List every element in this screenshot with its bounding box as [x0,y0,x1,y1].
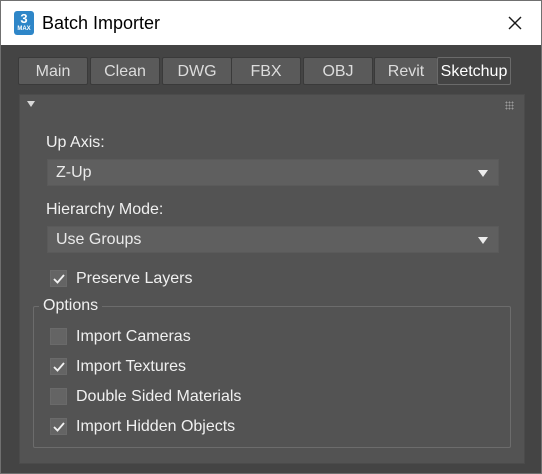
tab-obj[interactable]: OBJ [303,57,373,85]
preserve-layers-label: Preserve Layers [76,270,193,287]
window-title: Batch Importer [42,13,161,33]
up-axis-value: Z-Up [56,164,92,181]
close-icon [508,16,522,30]
tab-fbx[interactable]: FBX [231,57,301,85]
preserve-layers-checkbox[interactable] [50,270,67,287]
import-textures-label: Import Textures [76,358,186,375]
checkmark-icon [53,362,65,372]
hierarchy-mode-label: Hierarchy Mode: [46,201,164,218]
tab-sketchup[interactable]: Sketchup [437,57,511,85]
double-sided-materials-checkbox[interactable] [50,388,67,405]
up-axis-dropdown[interactable]: Z-Up [47,159,499,186]
tab-clean[interactable]: Clean [90,57,160,85]
up-axis-label: Up Axis: [46,134,105,151]
title-bar: 3 MAX Batch Importer [1,1,541,45]
sketchup-rollout: Up Axis: Z-Up Hierarchy Mode: Use Groups… [19,94,525,464]
tab-main[interactable]: Main [18,57,88,85]
rollout-grip-icon[interactable] [505,101,514,110]
chevron-down-icon [478,237,488,244]
chevron-down-icon [478,170,488,177]
import-cameras-checkbox[interactable] [50,328,67,345]
app-icon-sub: MAX [17,26,31,32]
checkmark-icon [53,422,65,432]
rollout-collapse-arrow-icon[interactable] [27,101,35,107]
options-group-title: Options [39,296,103,316]
app-icon-number: 3 [20,11,28,26]
tab-revit[interactable]: Revit [374,57,438,85]
double-sided-materials-label: Double Sided Materials [76,388,242,405]
checkmark-icon [53,274,65,284]
import-hidden-objects-label: Import Hidden Objects [76,418,236,435]
close-button[interactable] [499,7,531,39]
import-cameras-label: Import Cameras [76,328,191,345]
app-icon: 3 MAX [14,11,34,35]
import-hidden-objects-checkbox[interactable] [50,418,67,435]
options-group: Options Import Cameras Import Textures D… [33,296,511,448]
batch-importer-window: 3 MAX Batch Importer Main Clean DWG FBX … [0,0,542,474]
tab-dwg[interactable]: DWG [162,57,232,85]
hierarchy-mode-value: Use Groups [56,231,142,248]
import-textures-checkbox[interactable] [50,358,67,375]
hierarchy-mode-dropdown[interactable]: Use Groups [47,226,499,253]
